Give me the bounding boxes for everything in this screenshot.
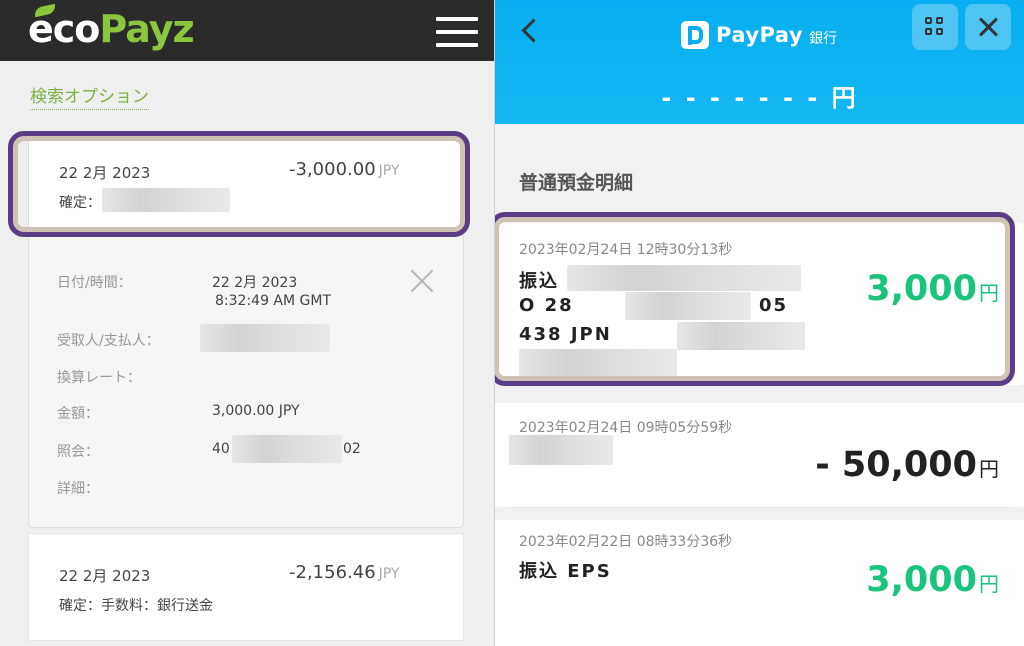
close-icon[interactable]: [965, 4, 1011, 50]
redacted-block: [232, 435, 342, 463]
redacted-block: [567, 265, 801, 291]
rate-label: 換算レート：: [57, 370, 141, 386]
entry-amount: 3,000 円: [866, 560, 999, 600]
transaction-details-panel: 日付/時間： 22 2月 2023 8:32:49 AM GMT 受取人/支払人…: [28, 228, 464, 528]
reference-suffix: 02: [343, 441, 361, 457]
brand-name: PayPay: [716, 23, 804, 47]
transaction-card[interactable]: 22 2月 2023 -2,156.46 JPY 確定：手数料：銀行送金: [28, 533, 464, 641]
amount-value: 3,000: [866, 560, 977, 600]
yen-unit: 円: [979, 457, 999, 481]
entry-description-line1: 振込: [519, 271, 559, 292]
redacted-block: [519, 349, 677, 377]
entry-amount: 3,000 円: [866, 269, 999, 309]
entry-description-line1: 振込 EPS: [519, 561, 612, 582]
transaction-card[interactable]: 22 2月 2023 -3,000.00 JPY 確定：: [28, 140, 464, 228]
brand-sub: 銀行: [809, 30, 838, 47]
statement-entry[interactable]: 2023年02月24日 09時05分59秒 - 50,000 円: [495, 403, 1024, 507]
amount-value: 3,000: [866, 269, 977, 309]
yen-unit: 円: [979, 572, 999, 596]
reference-label: 照会：: [57, 444, 99, 460]
transaction-status: 確定：手数料：銀行送金: [59, 598, 213, 614]
entry-timestamp: 2023年02月22日 08時33分36秒: [519, 534, 733, 550]
menu-icon[interactable]: [436, 17, 478, 49]
yen-unit: 円: [979, 281, 999, 305]
transaction-date: 22 2月 2023: [59, 567, 151, 585]
paypay-header: PayPay 銀行 - - - - - - - 円: [495, 0, 1024, 124]
detail-label: 詳細：: [57, 481, 99, 497]
redacted-block: [677, 322, 805, 350]
redacted-block: [200, 324, 330, 352]
ecopayz-panel: ecoPayz 検索オプション 22 2月 2023 -3,000.00 JPY …: [0, 0, 494, 646]
paypay-logo-icon: [681, 21, 709, 49]
entry-amount: - 50,000 円: [815, 445, 999, 485]
currency-label: JPY: [378, 163, 400, 179]
statement-entry[interactable]: 2023年02月22日 08時33分36秒 振込 EPS 3,000 円: [495, 520, 1024, 646]
search-options-link[interactable]: 検索オプション: [30, 82, 149, 110]
entry-description-line2b: 05: [759, 295, 789, 316]
transaction-amount: -2,156.46 JPY: [289, 562, 399, 583]
redacted-block: [102, 188, 230, 212]
amount-value: - 50,000: [815, 445, 977, 485]
amount-value: 3,000.00 JPY: [212, 403, 300, 419]
redacted-block: [625, 292, 751, 320]
entry-description-line2a: O 28: [519, 295, 574, 316]
paypay-brand: PayPay 銀行: [681, 18, 837, 52]
datetime-value-date: 22 2月 2023: [212, 275, 298, 291]
divider: [509, 507, 1009, 508]
datetime-value-time: 8:32:49 AM GMT: [215, 293, 332, 309]
statement-entry[interactable]: 2023年02月24日 12時30分13秒 振込 O 28 05 438 JPN…: [495, 223, 1024, 385]
transaction-amount: -3,000.00 JPY: [289, 159, 399, 180]
transaction-date: 22 2月 2023: [59, 164, 151, 182]
amount-value: -2,156.46: [289, 562, 376, 583]
grid-menu-icon[interactable]: [912, 4, 958, 50]
account-balance: - - - - - - - 円: [661, 84, 859, 112]
amount-label: 金額：: [57, 406, 99, 422]
entry-timestamp: 2023年02月24日 12時30分13秒: [519, 242, 733, 258]
entry-description-line3: 438 JPN: [519, 324, 612, 345]
logo-payz: Payz: [99, 7, 194, 51]
reference-prefix: 40: [212, 441, 230, 457]
currency-label: JPY: [378, 566, 400, 582]
transaction-status: 確定：: [59, 195, 101, 211]
section-title: 普通預金明細: [519, 172, 634, 194]
amount-value: -3,000.00: [289, 159, 376, 180]
redacted-block: [509, 435, 613, 465]
close-icon[interactable]: [409, 268, 435, 294]
paypay-panel: PayPay 銀行 - - - - - - - 円 普通預金明細 2023年02…: [494, 0, 1024, 646]
datetime-label: 日付/時間：: [57, 275, 132, 291]
payee-label: 受取人/支払人：: [57, 333, 160, 349]
ecopayz-header: ecoPayz: [0, 0, 494, 61]
back-chevron-icon[interactable]: [515, 14, 545, 48]
entry-timestamp: 2023年02月24日 09時05分59秒: [519, 420, 733, 436]
ecopayz-logo[interactable]: ecoPayz: [28, 6, 195, 52]
